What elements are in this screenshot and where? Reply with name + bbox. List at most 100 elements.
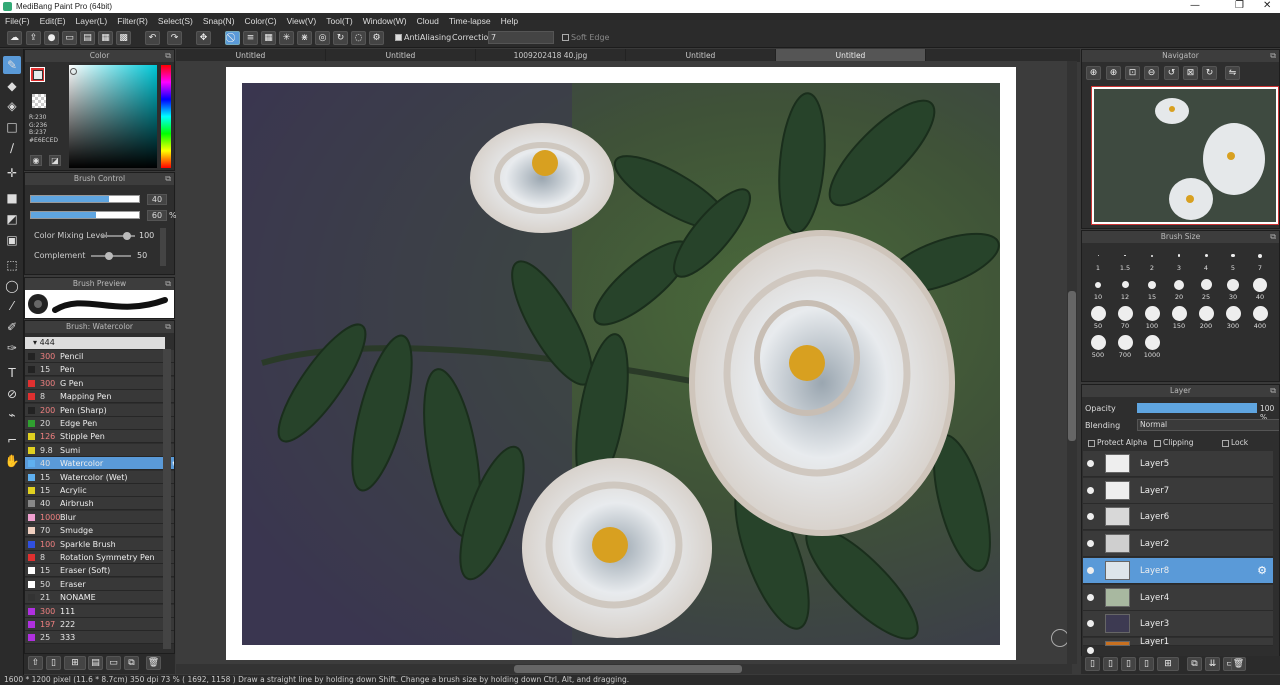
visibility-icon[interactable] xyxy=(1087,593,1094,601)
correction-select[interactable]: 7 xyxy=(488,31,554,44)
eraser-tool-icon[interactable]: ◆ xyxy=(3,77,21,95)
complement-slider[interactable] xyxy=(91,252,131,260)
primary-color-swatch[interactable] xyxy=(33,70,43,80)
layer-row[interactable]: Layer6 xyxy=(1083,504,1273,531)
menu-select[interactable]: Select(S) xyxy=(153,16,198,26)
layer-row[interactable]: Layer8 ⚙ xyxy=(1083,557,1273,584)
panel-icon[interactable]: ▤ xyxy=(80,31,95,45)
brush-item[interactable]: 197 222 xyxy=(25,618,174,631)
actual-size-icon[interactable]: ⊠ xyxy=(1183,66,1198,80)
navigator-preview[interactable] xyxy=(1091,86,1279,225)
new-1bit-layer-icon[interactable]: ▯ xyxy=(1139,657,1154,671)
mixing-slider[interactable] xyxy=(101,232,135,240)
clipping-toggle[interactable]: Clipping xyxy=(1154,438,1194,447)
menu-cloud[interactable]: Cloud xyxy=(412,16,444,26)
brush-size-option[interactable]: 200 xyxy=(1193,305,1219,333)
redo-icon[interactable]: ↷ xyxy=(167,31,182,45)
zoom-in-icon[interactable]: ⊕ xyxy=(1086,66,1101,80)
new-layer-icon[interactable]: ▯ xyxy=(1085,657,1100,671)
panel-expand-icon[interactable]: ⧉ xyxy=(1270,385,1276,397)
divide-icon[interactable]: ⊘ xyxy=(3,385,21,403)
transparent-swatch[interactable] xyxy=(32,94,46,108)
brush-size-option[interactable]: 2 xyxy=(1139,247,1165,275)
lock-toggle[interactable]: Lock xyxy=(1222,438,1248,447)
brush-item[interactable]: 300 Pencil xyxy=(25,350,174,363)
new-8bit-layer-icon[interactable]: ▯ xyxy=(1121,657,1136,671)
add-layer-menu-icon[interactable]: ⊞ xyxy=(1157,657,1179,671)
menu-timelapse[interactable]: Time-lapse xyxy=(444,16,496,26)
visibility-icon[interactable] xyxy=(1087,486,1094,494)
blending-select[interactable]: Normal xyxy=(1137,419,1279,431)
flip-icon[interactable]: ⇋ xyxy=(1225,66,1240,80)
menu-window[interactable]: Window(W) xyxy=(358,16,412,26)
dot-eraser-icon[interactable]: ◈ xyxy=(3,97,21,115)
brush-list-scrollbar[interactable] xyxy=(163,349,171,649)
comment-icon[interactable]: ● xyxy=(44,31,59,45)
brush-item[interactable]: 9.8 Sumi xyxy=(25,443,174,457)
menu-filter[interactable]: Filter(R) xyxy=(112,16,153,26)
zoom-in-2-icon[interactable]: ⊕ xyxy=(1106,66,1121,80)
brush-size-option[interactable]: 100 xyxy=(1139,305,1165,333)
canvas-vertical-scrollbar[interactable] xyxy=(1067,61,1077,664)
antialiasing-toggle[interactable]: AntiAliasing xyxy=(395,33,451,42)
brush-size-option[interactable]: 15 xyxy=(1139,276,1165,304)
layer-row[interactable]: Layer7 xyxy=(1083,477,1273,504)
visibility-icon[interactable] xyxy=(1087,540,1094,548)
zoom-out-icon[interactable]: ⊖ xyxy=(1144,66,1159,80)
clipping-checkbox[interactable] xyxy=(1154,439,1161,447)
visibility-icon[interactable] xyxy=(1087,566,1094,574)
close-button[interactable]: ✕ xyxy=(1263,0,1271,11)
brush-size-option[interactable]: 4 xyxy=(1193,247,1219,275)
brush-size-option[interactable]: 400 xyxy=(1247,305,1273,333)
layer-row[interactable]: Layer1 xyxy=(1083,638,1273,654)
brush-size-option[interactable]: 150 xyxy=(1166,305,1192,333)
save-cloud-icon[interactable]: ⇪ xyxy=(26,31,41,45)
brush-tool-icon[interactable]: ✎ xyxy=(3,56,21,74)
menu-help[interactable]: Help xyxy=(496,16,523,26)
brush-size-option[interactable]: 70 xyxy=(1112,305,1138,333)
copy-brush-icon[interactable]: ▤ xyxy=(88,656,103,670)
brush-item[interactable]: 40 Watercolor ⚙ xyxy=(25,457,174,471)
horizontal-scroll-thumb[interactable] xyxy=(514,665,742,673)
rotate-left-icon[interactable]: ↺ xyxy=(1164,66,1179,80)
menu-color[interactable]: Color(C) xyxy=(240,16,282,26)
menu-layer[interactable]: Layer(L) xyxy=(71,16,113,26)
layer-row[interactable]: Layer2 xyxy=(1083,531,1273,558)
delete-layer-icon[interactable]: 🗑 xyxy=(1231,657,1246,671)
artwork[interactable] xyxy=(242,83,1000,645)
brush-item[interactable]: 50 Eraser xyxy=(25,577,174,591)
move-icon[interactable]: ✛ xyxy=(3,164,21,182)
canvas-area[interactable] xyxy=(176,61,1072,664)
magic-wand-icon[interactable]: ⁄ xyxy=(3,297,21,315)
panel-expand-icon[interactable]: ⧉ xyxy=(165,321,171,333)
layer-row[interactable]: Layer4 xyxy=(1083,584,1273,611)
visibility-icon[interactable] xyxy=(1087,620,1094,628)
hand-icon[interactable]: ✋ xyxy=(3,452,21,470)
brush-item[interactable]: 1000 Blur xyxy=(25,510,174,524)
brush-size-option[interactable]: 5 xyxy=(1220,247,1246,275)
layer-settings-icon[interactable]: ⚙ xyxy=(1257,564,1267,577)
mixing-slider-handle[interactable] xyxy=(123,232,131,240)
snap-radial-icon[interactable]: ✳ xyxy=(279,31,294,45)
snap-circle-icon[interactable]: ◎ xyxy=(315,31,330,45)
picker-handle[interactable] xyxy=(70,68,77,75)
select-rect-icon[interactable]: ⬚ xyxy=(3,256,21,274)
snap-vanish-icon[interactable]: ⋇ xyxy=(297,31,312,45)
grid-icon[interactable]: ▦ xyxy=(98,31,113,45)
panel-expand-icon[interactable]: ⧉ xyxy=(165,278,171,290)
minimize-button[interactable]: — xyxy=(1190,0,1200,11)
brush-item[interactable]: 40 Airbrush xyxy=(25,497,174,511)
add-brush-menu-icon[interactable]: ⊞ xyxy=(64,656,86,670)
brush-group-header[interactable]: ▾ 444 xyxy=(25,337,165,349)
palette-icon[interactable]: ◉ xyxy=(30,155,42,166)
cloud-icon[interactable]: ☁ xyxy=(7,31,22,45)
delete-brush-icon[interactable]: 🗑 xyxy=(146,656,161,670)
brush-size-option[interactable]: 300 xyxy=(1220,305,1246,333)
brush-item[interactable]: 8 Mapping Pen xyxy=(25,390,174,404)
hue-slider[interactable] xyxy=(161,65,171,168)
brush-item[interactable]: 15 Pen xyxy=(25,363,174,377)
brush-item[interactable]: 70 Smudge xyxy=(25,524,174,538)
soft-edge-checkbox[interactable] xyxy=(562,34,569,41)
brush-item[interactable]: 21 NONAME xyxy=(25,591,174,605)
merge-down-icon[interactable]: ⇊ xyxy=(1205,657,1220,671)
